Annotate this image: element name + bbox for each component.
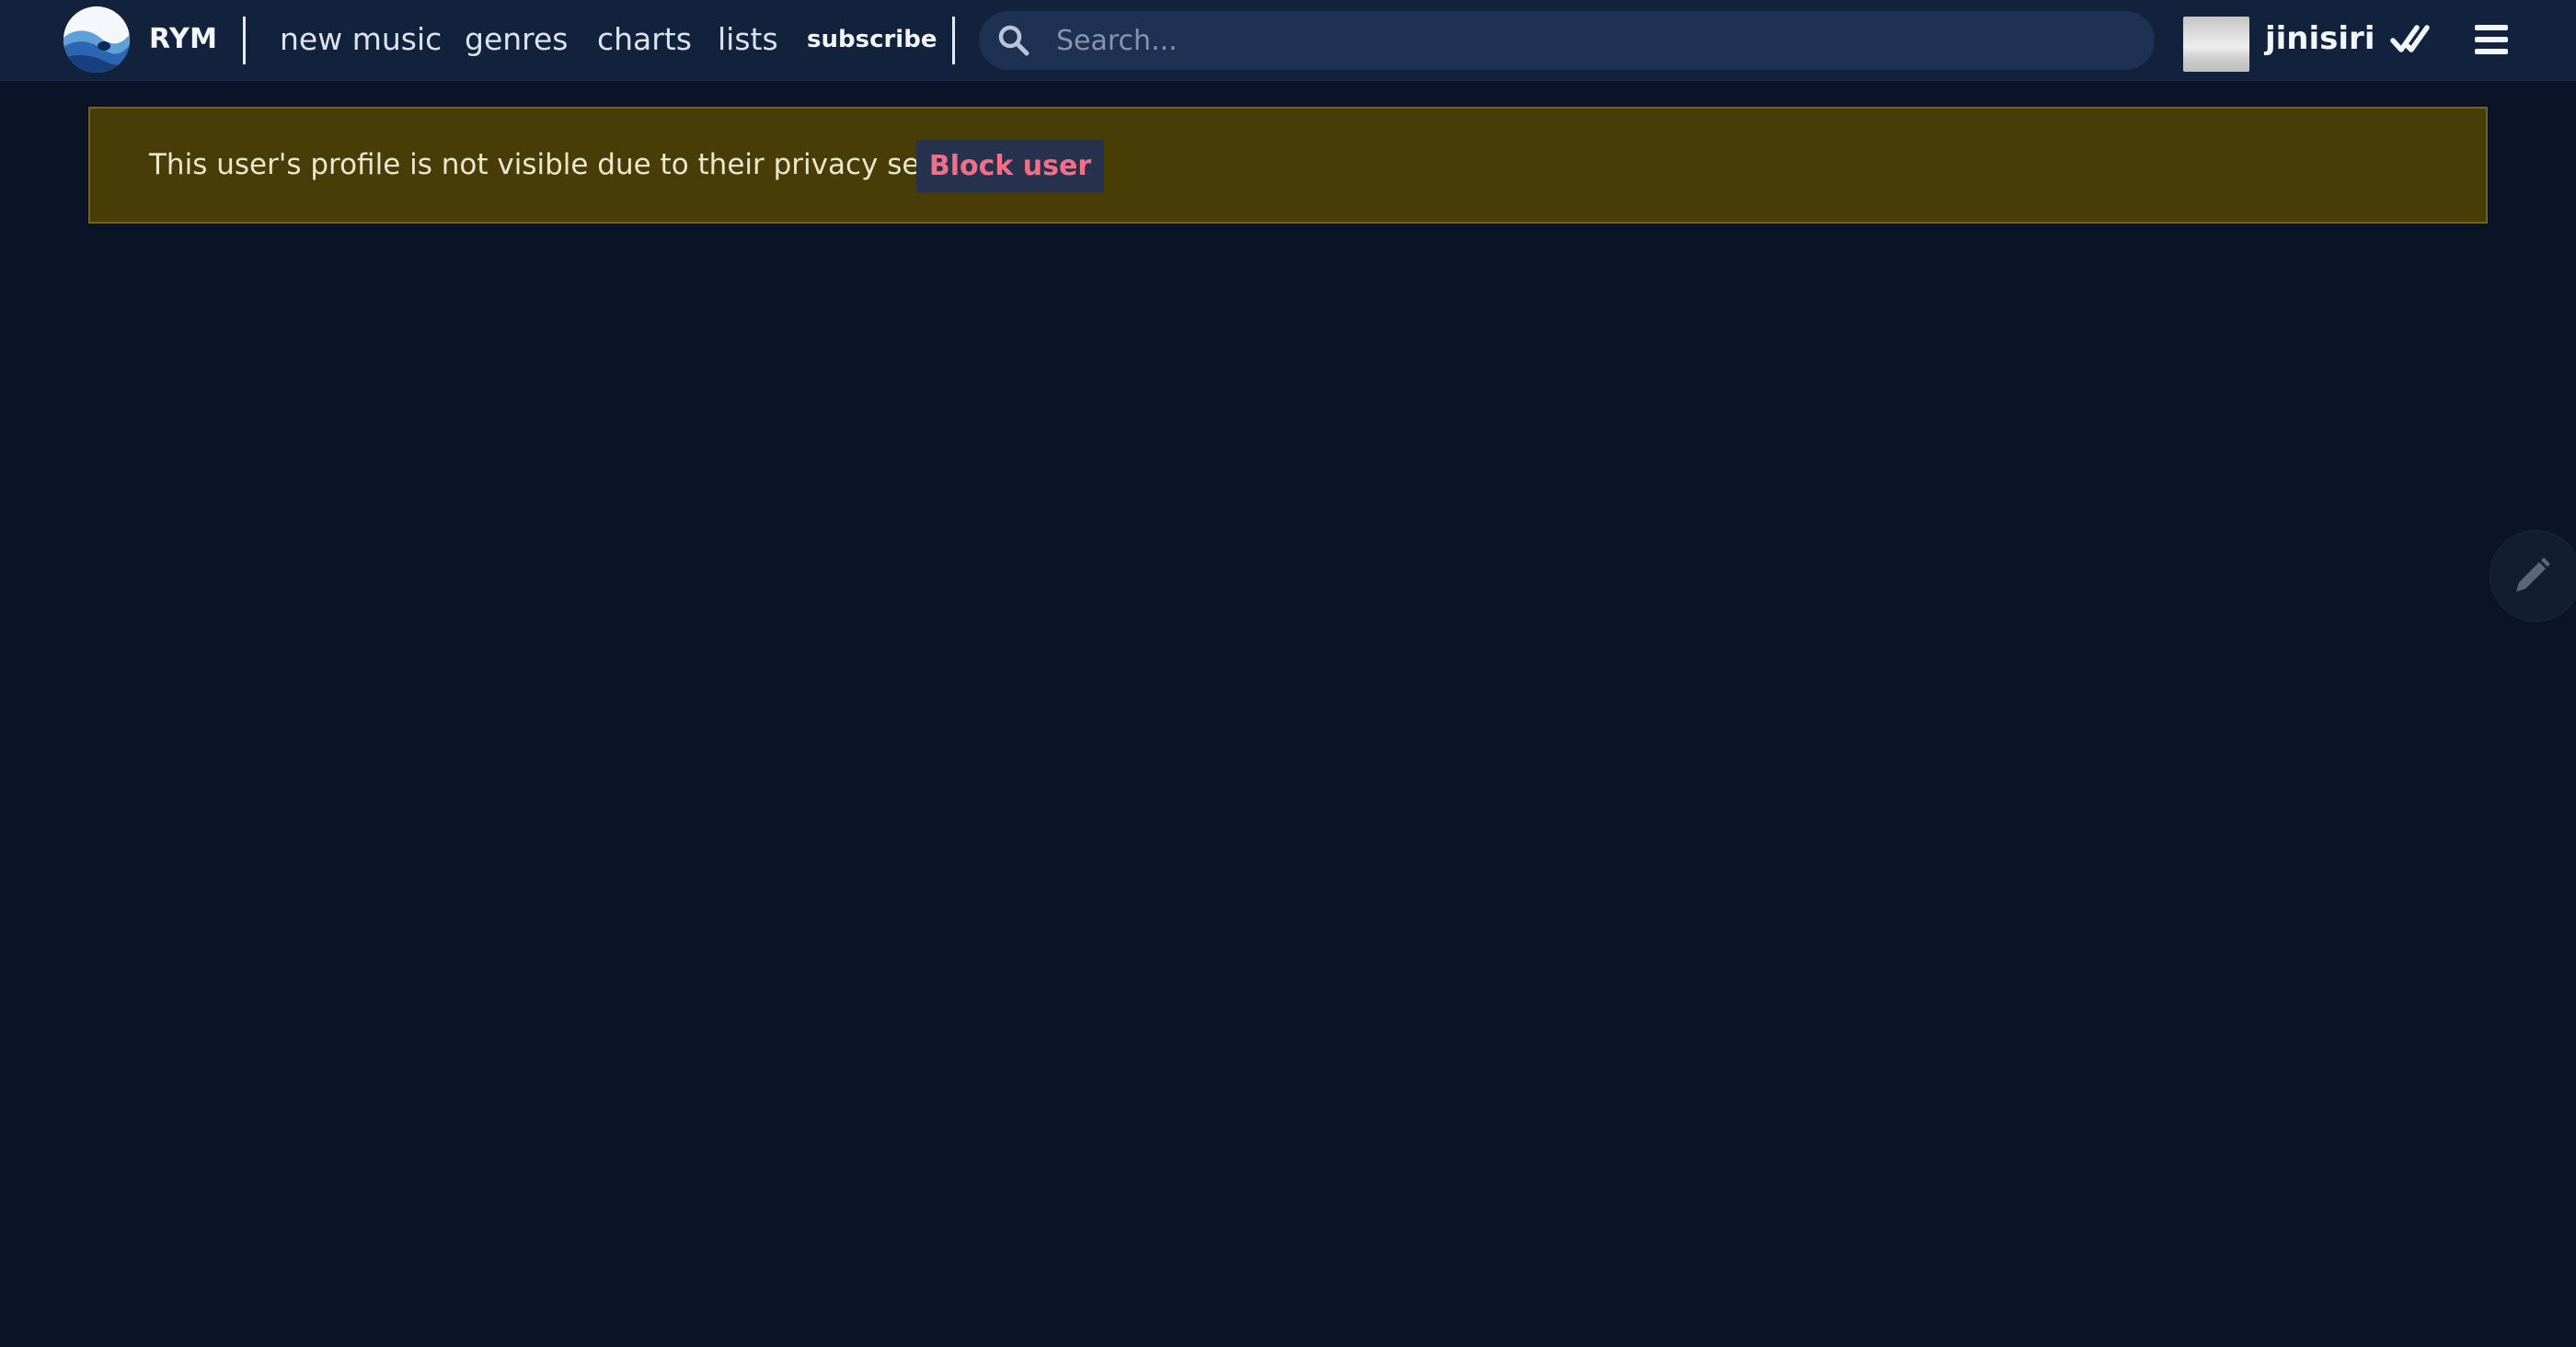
search-bar[interactable] (979, 11, 2155, 70)
nav-divider (243, 17, 246, 64)
nav-lists[interactable]: lists (718, 0, 778, 79)
rym-logo-icon[interactable] (63, 6, 130, 73)
privacy-notice-message: This user's profile is not visible due t… (149, 148, 1010, 181)
search-input[interactable] (1054, 11, 2131, 70)
nav-new-music[interactable]: new music (280, 0, 442, 79)
rym-logo-graphic (63, 6, 130, 73)
search-icon[interactable] (997, 24, 1030, 57)
block-user-button[interactable]: Block user (916, 140, 1104, 193)
username-link[interactable]: jinisiri (2265, 0, 2375, 77)
nav-subscribe[interactable]: subscribe (807, 0, 937, 79)
top-navigation-bar: RYM new music genres charts lists subscr… (0, 0, 2576, 81)
edit-button[interactable] (2490, 530, 2576, 622)
privacy-notice: This user's profile is not visible due t… (88, 107, 2488, 224)
hamburger-menu-icon[interactable] (2473, 22, 2510, 57)
double-check-icon[interactable] (2390, 18, 2431, 59)
nav-divider (952, 17, 955, 64)
avatar[interactable] (2183, 17, 2249, 72)
brand-name[interactable]: RYM (149, 0, 218, 79)
nav-charts[interactable]: charts (597, 0, 692, 79)
nav-genres[interactable]: genres (465, 0, 569, 79)
pencil-icon (2511, 555, 2553, 597)
